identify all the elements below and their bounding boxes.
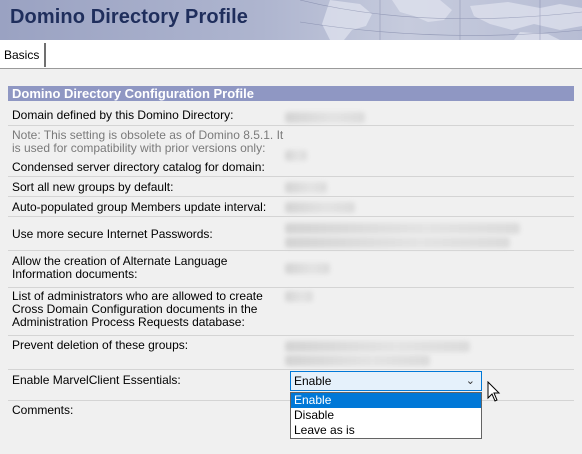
field-label-update-interval: Auto-populated group Members update inte… — [12, 200, 267, 214]
mouse-cursor-icon — [487, 381, 501, 402]
field-value-sort-groups — [285, 182, 327, 193]
field-value-secure-passwords — [285, 223, 520, 234]
dropdown-option-enable[interactable]: Enable — [291, 393, 481, 408]
window-title: Domino Directory Profile — [10, 6, 248, 28]
field-label-sort-groups: Sort all new groups by default: — [12, 180, 174, 194]
field-label-catalog: Condensed server directory catalog for d… — [12, 160, 265, 174]
tab-basics[interactable]: Basics — [0, 43, 47, 67]
field-label-alt-language: Allow the creation of Alternate Language… — [12, 254, 228, 281]
field-value-cross-domain-admins — [285, 291, 313, 302]
field-label-marvelclient: Enable MarvelClient Essentials: — [12, 373, 181, 387]
field-note-catalog: Note: This setting is obsolete as of Dom… — [12, 128, 284, 155]
field-value-secure-passwords-line2 — [285, 237, 510, 248]
marvelclient-select[interactable]: Enable ⌄ — [290, 371, 482, 391]
field-value-alt-language — [285, 263, 330, 274]
chevron-down-icon[interactable]: ⌄ — [466, 372, 475, 390]
field-label-secure-passwords: Use more secure Internet Passwords: — [12, 227, 213, 241]
tab-bar: Basics — [0, 40, 582, 69]
field-label-cross-domain-admins: List of administrators who are allowed t… — [12, 289, 263, 329]
field-value-prevent-deletion-line2 — [285, 355, 430, 366]
dropdown-option-leave-as-is[interactable]: Leave as is — [291, 423, 481, 438]
field-value-update-interval — [285, 202, 355, 213]
field-label-domain: Domain defined by this Domino Directory: — [12, 108, 234, 122]
field-value-catalog — [285, 150, 307, 161]
section-header: Domino Directory Configuration Profile — [8, 86, 574, 101]
marvelclient-select-value: Enable — [294, 374, 332, 388]
marvelclient-dropdown-list: Enable Disable Leave as is — [290, 392, 482, 439]
field-label-prevent-deletion: Prevent deletion of these groups: — [12, 338, 189, 352]
dropdown-option-disable[interactable]: Disable — [291, 408, 481, 423]
title-banner: Domino Directory Profile — [0, 0, 582, 40]
field-value-domain — [285, 112, 365, 123]
field-label-comments: Comments: — [12, 403, 74, 417]
field-value-prevent-deletion — [285, 341, 470, 352]
